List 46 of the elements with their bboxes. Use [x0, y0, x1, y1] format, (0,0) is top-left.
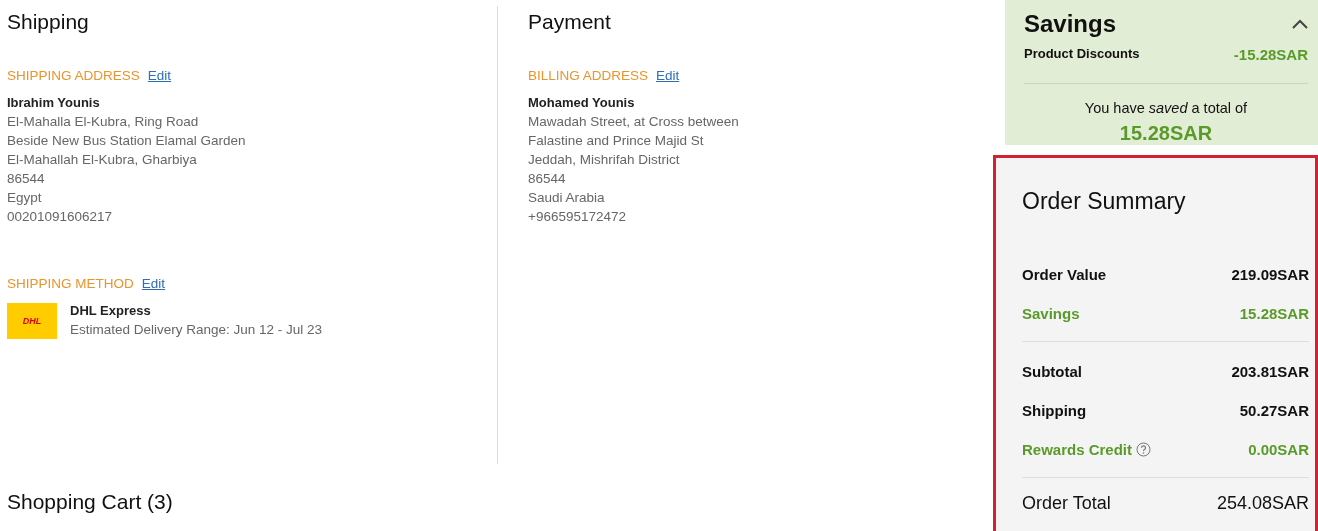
help-icon[interactable]	[1136, 442, 1152, 457]
address-line: +966595172472	[528, 208, 626, 226]
address-name: Ibrahim Younis	[7, 94, 100, 112]
summary-value: 0.00SAR	[1248, 441, 1309, 458]
summary-value: 254.08SAR	[1216, 492, 1309, 514]
address-line: Jeddah, Mishrifah District	[528, 151, 680, 169]
address-line: Saudi Arabia	[528, 189, 605, 207]
summary-label: Subtotal	[1022, 363, 1082, 380]
summary-value: 15.28SAR	[1239, 305, 1309, 322]
section-label: SHIPPING METHOD	[7, 276, 134, 291]
cart-title: Shopping Cart (3)	[7, 490, 173, 514]
summary-value: 203.81SAR	[1231, 363, 1309, 380]
discount-value: -15.28SAR	[1233, 46, 1308, 63]
summary-value: 219.09SAR	[1231, 266, 1309, 283]
address-line: El-Mahallah El-Kubra, Gharbiya	[7, 151, 197, 169]
carrier-logo: DHL	[7, 303, 57, 339]
summary-label: Savings	[1022, 305, 1080, 322]
address-line: 86544	[528, 170, 566, 188]
summary-label: Rewards Credit	[1022, 441, 1133, 458]
edit-link[interactable]: Edit	[141, 276, 166, 291]
summary-label: Shipping	[1022, 402, 1087, 419]
summary-title: Order Summary	[1022, 188, 1186, 215]
savings-total: 15.28SAR	[1119, 122, 1213, 145]
summary-label: Order Total	[1022, 492, 1111, 514]
delivery-estimate: Estimated Delivery Range: Jun 12 - Jul 23	[70, 321, 323, 339]
address-line: 86544	[7, 170, 45, 188]
address-line: Egypt	[7, 189, 42, 207]
address-line: 00201091606217	[7, 208, 113, 226]
chevron-up-icon[interactable]	[1292, 19, 1308, 29]
address-line: Beside New Bus Station Elamal Garden	[7, 132, 246, 150]
discount-label: Product Discounts	[1024, 46, 1140, 63]
savings-note: You have saved a total of	[1084, 100, 1248, 116]
edit-link[interactable]: Edit	[147, 68, 172, 83]
section-title: Shipping	[7, 10, 89, 34]
savings-title: Savings	[1024, 10, 1117, 38]
section-label: BILLING ADDRESS	[528, 68, 649, 83]
edit-link[interactable]: Edit	[656, 68, 680, 83]
address-line: Mawadah Street, at Cross between	[528, 113, 739, 131]
carrier-name: DHL Express	[70, 302, 151, 320]
summary-value: 50.27SAR	[1239, 402, 1309, 419]
address-name: Mohamed Younis	[528, 94, 635, 112]
section-label: SHIPPING ADDRESS	[7, 68, 140, 83]
summary-label: Order Value	[1022, 266, 1107, 283]
address-line: El-Mahalla El-Kubra, Ring Road	[7, 113, 199, 131]
address-line: Falastine and Prince Majid St	[528, 132, 704, 150]
section-title: Payment	[528, 10, 611, 34]
